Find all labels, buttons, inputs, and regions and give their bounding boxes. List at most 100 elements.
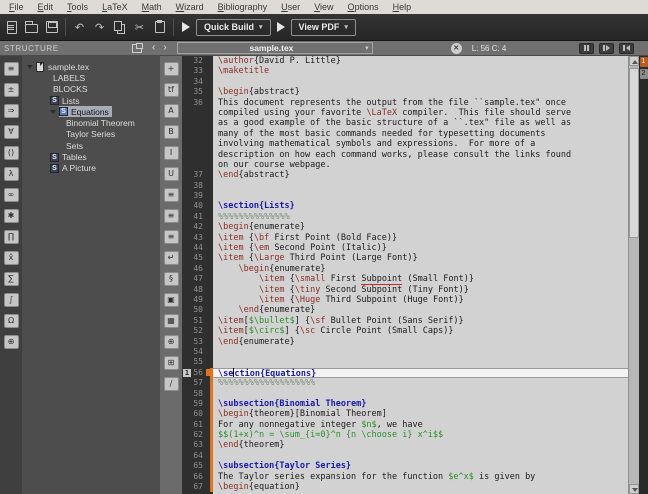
expander-icon[interactable] [50, 110, 56, 114]
misc-symbols-icon[interactable]: ∞ [4, 188, 19, 202]
code-line[interactable]: 60\begin{theorem}[Binomial Theorem] [182, 409, 628, 419]
menu-tools[interactable]: Tools [60, 2, 95, 12]
omega-symbols-icon[interactable]: Ω [4, 314, 19, 328]
code-line[interactable]: 33\maketitle [182, 66, 628, 76]
code-line[interactable]: 45\item {\Large Third Point (Large Font)… [182, 253, 628, 263]
table-button[interactable]: ⊞ [164, 356, 179, 370]
misc-math-symbols-icon[interactable]: ∀ [4, 125, 19, 139]
structure-panel-icon[interactable]: ≡ [4, 62, 19, 76]
code-line[interactable]: as a good example of the basic structure… [182, 118, 628, 128]
code-line[interactable]: 53\end{enumerate} [182, 337, 628, 347]
run-quick-build-icon[interactable] [182, 22, 190, 32]
greek-symbols-icon[interactable]: λ [4, 167, 19, 181]
code-line[interactable]: compiled using your favorite \LaTeX comp… [182, 108, 628, 118]
copy-icon[interactable] [111, 19, 128, 36]
paste-icon[interactable] [151, 19, 168, 36]
view-tab-2[interactable]: 2 [640, 69, 648, 79]
code-line[interactable]: 55 [182, 357, 628, 367]
underline-button[interactable]: U [164, 167, 179, 181]
code-line[interactable]: on our course webpage. [182, 160, 628, 170]
menu-view[interactable]: View [307, 2, 340, 12]
code-line[interactable]: 51\item[$\bullet$] {\sf Bullet Point (Sa… [182, 316, 628, 326]
code-line[interactable]: 59\subsection{Binomial Theorem} [182, 399, 628, 409]
code-line[interactable]: involving mathematical symbols and expre… [182, 139, 628, 149]
product-symbols-icon[interactable]: ∏ [4, 230, 19, 244]
code-line[interactable]: 57%%%%%%%%%%%%%%%%%%% [182, 378, 628, 388]
structure-item-labels[interactable]: LABELS [22, 72, 160, 83]
view-tab-1[interactable]: 1 [640, 57, 648, 67]
structure-item-binomial-theorem[interactable]: Binomial Theorem [22, 117, 160, 128]
align-left-button[interactable]: ≡ [164, 188, 179, 202]
accent-symbols-icon[interactable]: x̂ [4, 251, 19, 265]
code-line[interactable]: 35\begin{abstract} [182, 87, 628, 97]
newline-button[interactable]: ↵ [164, 251, 179, 265]
math-mode-button[interactable]: ⊕ [164, 335, 179, 349]
close-document-button[interactable]: ✕ [451, 43, 462, 54]
code-line[interactable]: 40\section{Lists} [182, 201, 628, 211]
scroll-down-icon[interactable] [629, 484, 639, 494]
code-line[interactable]: 50 \end{enumerate} [182, 305, 628, 315]
menu-wizard[interactable]: Wizard [169, 2, 211, 12]
menu-file[interactable]: File [2, 2, 31, 12]
code-line[interactable]: 39 [182, 191, 628, 201]
code-line[interactable]: 47 \item {\small First Subpoint (Small F… [182, 274, 628, 284]
scroll-up-icon[interactable] [629, 56, 639, 66]
code-line[interactable]: many of the most basic commands needed f… [182, 129, 628, 139]
align-center-button[interactable]: ≡ [164, 209, 179, 223]
code-line[interactable]: 63\end{theorem} [182, 440, 628, 450]
code-line[interactable]: description on how each command works, p… [182, 150, 628, 160]
next-document-button[interactable]: › [159, 43, 170, 53]
favourite-symbols-icon[interactable]: ✱ [4, 209, 19, 223]
quick-build-button[interactable]: Quick Build ▾ [196, 19, 271, 36]
code-line[interactable]: 67\begin{equation} [182, 482, 628, 492]
editor-scrollbar[interactable] [628, 56, 639, 494]
code-line[interactable]: 34 [182, 77, 628, 87]
code-line[interactable]: 36This document represents the output fr… [182, 98, 628, 108]
expander-icon[interactable] [27, 65, 33, 69]
menu-bibliography[interactable]: Bibliography [211, 2, 275, 12]
next-view-button[interactable] [599, 43, 614, 54]
align-right-button[interactable]: ≡ [164, 230, 179, 244]
slash-button[interactable]: ∕ [164, 377, 179, 391]
new-document-icon[interactable] [3, 19, 20, 36]
bookmark-badge[interactable]: 1 [183, 369, 191, 377]
integral-symbols-icon[interactable]: ∫ [4, 293, 19, 307]
code-line[interactable]: 66The Taylor series expansion for the fu… [182, 472, 628, 482]
code-line[interactable]: 58 [182, 389, 628, 399]
code-line[interactable]: 65\subsection{Taylor Series} [182, 461, 628, 471]
code-line[interactable]: 43\item {\bf First Point (Bold Face)} [182, 233, 628, 243]
operator-symbols-icon[interactable]: ⊕ [4, 335, 19, 349]
sum-symbols-icon[interactable]: ∑ [4, 272, 19, 286]
structure-item-sets[interactable]: Sets [22, 140, 160, 151]
open-folder-icon[interactable] [23, 19, 40, 36]
code-line[interactable]: 561\section{Equations} [182, 368, 628, 378]
menu-user[interactable]: User [274, 2, 307, 12]
code-line[interactable]: 52\item[$\circ$] {\sc Circle Point (Smal… [182, 326, 628, 336]
textfield-button[interactable]: tf [164, 83, 179, 97]
code-line[interactable]: 64 [182, 451, 628, 461]
picture-button[interactable]: ▦ [164, 314, 179, 328]
menu-latex[interactable]: LaTeX [95, 2, 135, 12]
save-icon[interactable] [43, 19, 60, 36]
run-view-pdf-icon[interactable] [277, 22, 285, 32]
italic-button[interactable]: I [164, 146, 179, 160]
code-line[interactable]: 42\begin{enumerate} [182, 222, 628, 232]
document-tab-selector[interactable]: sample.tex ▾ [177, 42, 373, 54]
pause-view-button[interactable] [579, 43, 594, 54]
code-line[interactable]: 62$$(1+x)^n = \sum_{i=0}^n {n \choose i}… [182, 430, 628, 440]
structure-item-taylor-series[interactable]: Taylor Series [22, 129, 160, 140]
insert-button[interactable]: + [164, 62, 179, 76]
code-line[interactable]: 61For any nonnegative integer $n$, we ha… [182, 420, 628, 430]
font-button[interactable]: A [164, 104, 179, 118]
menu-help[interactable]: Help [386, 2, 419, 12]
relation-symbols-icon[interactable]: ± [4, 83, 19, 97]
structure-item-blocks[interactable]: BLOCKS [22, 84, 160, 95]
last-view-button[interactable] [619, 43, 634, 54]
code-line[interactable]: 48 \item {\tiny Second Subpoint (Tiny Fo… [182, 285, 628, 295]
code-line[interactable]: 37\end{abstract} [182, 170, 628, 180]
scrollbar-thumb[interactable] [629, 68, 639, 238]
structure-item-lists[interactable]: SLists [22, 95, 160, 106]
bold-button[interactable]: B [164, 125, 179, 139]
delimiter-symbols-icon[interactable]: () [4, 146, 19, 160]
arrow-symbols-icon[interactable]: ⇒ [4, 104, 19, 118]
